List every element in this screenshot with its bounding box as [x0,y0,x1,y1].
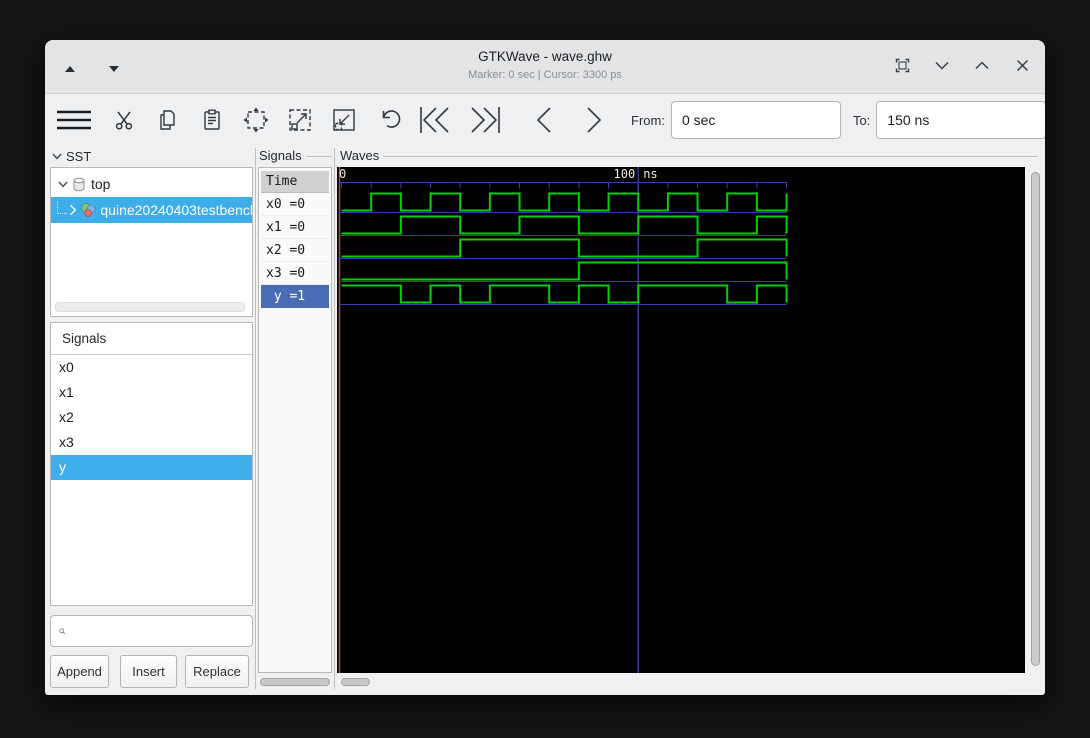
chevron-down-icon [935,61,949,70]
frame-rule [383,155,1038,157]
signal-row-x0[interactable]: x0 =0 [261,193,329,216]
facilities-panel: Signals x0 x1 x2 x3 y [50,322,253,606]
skip-to-end-icon [471,107,500,133]
copy-button[interactable] [153,102,183,138]
copy-icon [160,110,175,130]
zoom-fit-icon [243,107,269,133]
chevron-up-icon [975,60,989,69]
signal-row-x1[interactable]: x1 =0 [261,216,329,239]
clipboard-paste-icon [204,109,220,130]
zoom-out-icon [333,109,355,131]
chevron-down-icon [58,181,68,188]
scrollbar-thumb[interactable] [341,678,370,686]
wave-vertical-scrollbar[interactable] [1029,170,1042,670]
wave-horizontal-scrollbar[interactable] [337,676,1025,688]
signals-frame-header: Signals [259,148,332,163]
waveform-plot: 0 100 ns [338,167,788,673]
svg-text:0: 0 [339,167,346,181]
scrollbar-thumb[interactable] [260,678,330,686]
zoom-in-icon [289,109,311,131]
chevron-left-icon [536,107,551,133]
sst-section-header[interactable]: SST [52,149,91,164]
signal-row-y[interactable]: y =1 [261,285,329,308]
titlebar[interactable]: GTKWave - wave.ghw Marker: 0 sec | Curso… [45,40,1045,94]
testbench-icon [80,202,96,218]
signal-row-x3[interactable]: x3 =0 [261,262,329,285]
close-icon [1016,59,1028,71]
signal-search-input[interactable] [72,617,252,645]
tree-item-label: top [91,176,111,192]
time-header: Time [261,171,329,193]
tree-item-top[interactable]: top [51,171,252,197]
append-button[interactable]: Append [50,655,109,688]
facility-item-x1[interactable]: x1 [51,380,252,405]
minimize-button[interactable] [931,54,953,76]
facility-item-y[interactable]: y [51,455,252,480]
step-right-button[interactable] [579,102,609,138]
from-label: From: [631,112,665,128]
insert-button[interactable]: Insert [120,655,177,688]
frame-rule [305,155,332,157]
chevron-right-icon [587,107,602,133]
undo-arrow-icon [382,110,401,128]
waves-frame-label: Waves [340,148,380,163]
gtkwave-window: GTKWave - wave.ghw Marker: 0 sec | Curso… [45,40,1045,695]
cut-button[interactable] [109,102,139,138]
svg-text:ns: ns [643,167,657,181]
tree-item-label: quine20240403testbench [100,202,252,218]
keep-above-button[interactable] [891,54,913,76]
signal-panel-hscrollbar[interactable] [259,676,332,688]
paned-separator[interactable] [334,148,335,689]
signal-row-x2[interactable]: x2 =0 [261,239,329,262]
signal-search-box[interactable] [50,615,253,647]
go-to-end-button[interactable] [467,102,503,138]
paste-button[interactable] [197,102,227,138]
sst-tree: top quine20240403testbench [50,167,253,317]
search-icon [59,627,66,634]
facility-item-x0[interactable]: x0 [51,355,252,380]
maximize-button[interactable] [971,54,993,76]
zoom-in-button[interactable] [285,102,315,138]
skip-to-start-icon [420,107,449,133]
to-label: To: [852,112,871,128]
to-input[interactable] [876,101,1045,139]
zoom-out-button[interactable] [329,102,359,138]
paned-separator[interactable] [255,148,256,689]
chevron-down-icon [52,153,62,160]
scrollbar-thumb[interactable] [1031,172,1040,666]
zoom-fit-button[interactable] [241,102,271,138]
wave-canvas[interactable]: 0 100 ns [337,167,1025,673]
from-input[interactable] [670,101,841,139]
signals-frame-label: Signals [259,148,302,163]
chevron-right-icon [69,204,76,216]
module-icon [72,177,86,192]
facility-item-x3[interactable]: x3 [51,430,252,455]
scissors-icon [115,111,133,130]
colored-spheres-icon [81,203,96,217]
facility-item-x2[interactable]: x2 [51,405,252,430]
menu-button[interactable] [55,102,93,138]
hamburger-menu-icon [57,110,91,130]
signal-name-panel: Time x0 =0 x1 =0 x2 =0 x3 =0 y =1 [258,167,332,673]
tree-branch-line [57,200,67,214]
undo-button[interactable] [373,102,403,138]
frame-icon [895,58,909,72]
sst-horizontal-scrollbar[interactable] [55,302,245,312]
svg-text:100: 100 [614,167,636,181]
waves-frame-header: Waves [340,148,1038,163]
replace-button[interactable]: Replace [185,655,249,688]
step-left-button[interactable] [529,102,559,138]
go-to-start-button[interactable] [417,102,453,138]
main-toolbar: From: To: [45,95,1045,145]
screenshot-root: GTKWave - wave.ghw Marker: 0 sec | Curso… [0,0,1090,738]
facilities-header: Signals [51,323,252,355]
cylinder-icon [73,177,85,191]
close-button[interactable] [1011,54,1033,76]
tree-item-testbench[interactable]: quine20240403testbench [51,197,252,223]
sst-label: SST [66,149,92,164]
